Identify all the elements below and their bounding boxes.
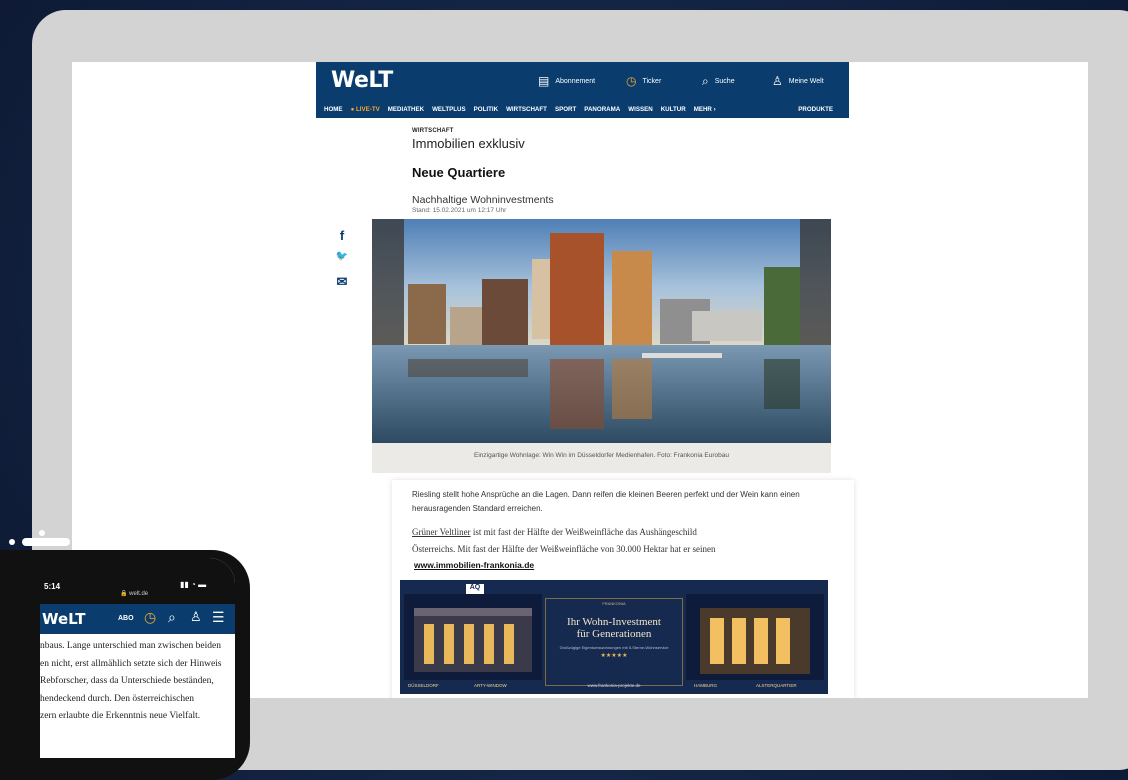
nav-politik[interactable]: POLITIK bbox=[474, 106, 498, 113]
nav-weltplus[interactable]: WELTPLUS bbox=[432, 106, 466, 113]
ad-brand-top: FRANKONIA bbox=[602, 601, 626, 606]
phone-line-5: zern erlaubte die Erkenntnis neue Vielfa… bbox=[40, 711, 201, 721]
harbor-skyline-illustration bbox=[372, 219, 831, 443]
meine-welt-link[interactable]: ♙ Meine Welt bbox=[772, 75, 824, 87]
ad-stars: ★★★★★ bbox=[600, 653, 628, 659]
phone-article-text: nbaus. Lange unterschied man zwischen be… bbox=[40, 638, 235, 726]
newspaper-icon: ▤ bbox=[538, 74, 550, 88]
suche-link[interactable]: ⌕ Suche bbox=[702, 75, 735, 87]
phone-line-4: hendeckend durch. Den österreichischen bbox=[40, 693, 195, 704]
nav-panorama[interactable]: PANORAMA bbox=[584, 106, 620, 113]
link-gruener-veltliner[interactable]: Grüner Veltliner bbox=[412, 527, 471, 537]
building-illustration-right bbox=[700, 608, 810, 674]
phone-line-1: nbaus. Lange unterschied man zwischen be… bbox=[40, 641, 221, 651]
twitter-icon[interactable]: 🐦 bbox=[334, 251, 350, 274]
phone-user-icon[interactable]: ♙ bbox=[190, 609, 202, 625]
main-nav: HOME ● LIVE-TV MEDIATHEK WELTPLUS POLITI… bbox=[316, 100, 849, 118]
image-caption: Einzigartige Wohnlage: Win Win im Düssel… bbox=[474, 452, 729, 459]
ad-footer-url: www.frankonia-projekte.de bbox=[587, 683, 641, 688]
image-caption-box: Einzigartige Wohnlage: Win Win im Düssel… bbox=[372, 443, 831, 473]
carousel-dots-icon bbox=[9, 530, 70, 546]
user-icon: ♙ bbox=[772, 74, 783, 88]
phone-url-bar[interactable]: 🔒 welt.de bbox=[120, 590, 148, 597]
mail-icon[interactable]: ✉ bbox=[334, 274, 350, 297]
ad-center-panel: FRANKONIA Ihr Wohn-Investment für Genera… bbox=[545, 598, 683, 686]
article-body: Riesling stellt hohe Ansprüche an die La… bbox=[392, 480, 854, 698]
phone-line-2: en nicht, erst allmählich setzte sich de… bbox=[40, 658, 222, 669]
facebook-icon[interactable]: f bbox=[334, 228, 350, 251]
ad-url-link[interactable]: www.immobilien-frankonia.de bbox=[414, 560, 534, 570]
article-topline: Immobilien exklusiv bbox=[412, 136, 525, 151]
suche-label: Suche bbox=[714, 77, 735, 85]
ad-left-building: DÜSSELDORF ARTY-WINDOW bbox=[404, 594, 542, 688]
phone-ticker-icon[interactable]: ◷ bbox=[144, 609, 156, 626]
nav-live-tv[interactable]: ● LIVE-TV bbox=[351, 106, 380, 113]
nav-kultur[interactable]: KULTUR bbox=[661, 106, 686, 113]
nav-home[interactable]: HOME bbox=[324, 106, 343, 113]
paragraph-riesling: Riesling stellt hohe Ansprüche an die La… bbox=[412, 490, 800, 513]
welt-logo[interactable]: WeLT bbox=[331, 68, 393, 93]
nav-produkte[interactable]: PRODUKTE bbox=[798, 106, 833, 113]
article-date: Stand: 15.02.2021 um 12:17 Uhr bbox=[412, 207, 507, 214]
nav-wissen[interactable]: WISSEN bbox=[628, 106, 652, 113]
article-hero-image bbox=[372, 219, 831, 443]
phone-abo-link[interactable]: ABO bbox=[118, 615, 134, 622]
ad-subtitle: Großzügige Eigentumswohnungen mit 5-Ster… bbox=[559, 645, 669, 650]
phone-site-header: WeLT ABO ◷ ⌕ ♙ ☰ bbox=[40, 604, 235, 634]
abonnement-link[interactable]: ▤ Abonnement bbox=[538, 75, 595, 87]
phone-signal-icon: ▮▮ ◔ ▬ bbox=[180, 580, 207, 589]
ad-title-line1: Ihr Wohn-Investment bbox=[567, 616, 661, 628]
meine-welt-label: Meine Welt bbox=[788, 77, 824, 85]
search-icon: ⌕ bbox=[702, 74, 709, 88]
nav-mehr[interactable]: MEHR › bbox=[694, 106, 716, 113]
paragraph-veltliner-line2: Österreichs. Mit fast der Hälfte der Wei… bbox=[412, 544, 716, 554]
article-header: WIRTSCHAFT Immobilien exklusiv Neue Quar… bbox=[412, 128, 832, 214]
phone-time: 5:14 bbox=[44, 582, 61, 591]
ad-right-building: HAMBURG ALSTERQUARTIER bbox=[686, 594, 824, 688]
phone-line-3: Rebforscher, dass da Unterschiede bestän… bbox=[40, 676, 214, 686]
article-kicker[interactable]: WIRTSCHAFT bbox=[412, 128, 832, 134]
paragraph-veltliner-text: ist mit fast der Hälfte der Weißweinfläc… bbox=[470, 527, 697, 537]
article-subhead: Nachhaltige Wohninvestments bbox=[412, 194, 554, 206]
nav-sport[interactable]: SPORT bbox=[555, 106, 576, 113]
phone-menu-icon[interactable]: ☰ bbox=[212, 609, 225, 626]
phone-screen: 5:14 🔒 welt.de ▮▮ ◔ ▬ WeLT ABO ◷ ⌕ ♙ ☰ n… bbox=[40, 558, 235, 758]
ticker-icon: ◷ bbox=[626, 74, 637, 88]
frankonia-ad-banner[interactable]: AQ DÜSSELDORF ARTY-WINDOW FRANKONIA Ihr … bbox=[400, 580, 828, 694]
nav-wirtschaft[interactable]: WIRTSCHAFT bbox=[506, 106, 547, 113]
phone-status-bar: 5:14 🔒 welt.de ▮▮ ◔ ▬ bbox=[40, 558, 235, 604]
nav-mediathek[interactable]: MEDIATHEK bbox=[388, 106, 424, 113]
paragraph-veltliner: Grüner Veltliner ist mit fast der Hälfte… bbox=[412, 524, 842, 541]
ticker-label: Ticker bbox=[642, 77, 662, 85]
carousel-indicator[interactable] bbox=[6, 527, 76, 552]
abonnement-label: Abonnement bbox=[555, 77, 596, 85]
ticker-link[interactable]: ◷ Ticker bbox=[626, 75, 661, 87]
site-header: WeLT ▤ Abonnement ◷ Ticker ⌕ Suche ♙ Mei… bbox=[316, 62, 849, 118]
building-illustration-left bbox=[414, 608, 532, 672]
phone-search-icon[interactable]: ⌕ bbox=[168, 609, 176, 626]
social-share-bar: f 🐦 ✉ bbox=[334, 228, 350, 297]
ad-title-line2: für Generationen bbox=[576, 628, 652, 640]
phone-welt-logo[interactable]: WeLT bbox=[42, 610, 86, 628]
article-headline: Neue Quartiere bbox=[412, 165, 506, 180]
